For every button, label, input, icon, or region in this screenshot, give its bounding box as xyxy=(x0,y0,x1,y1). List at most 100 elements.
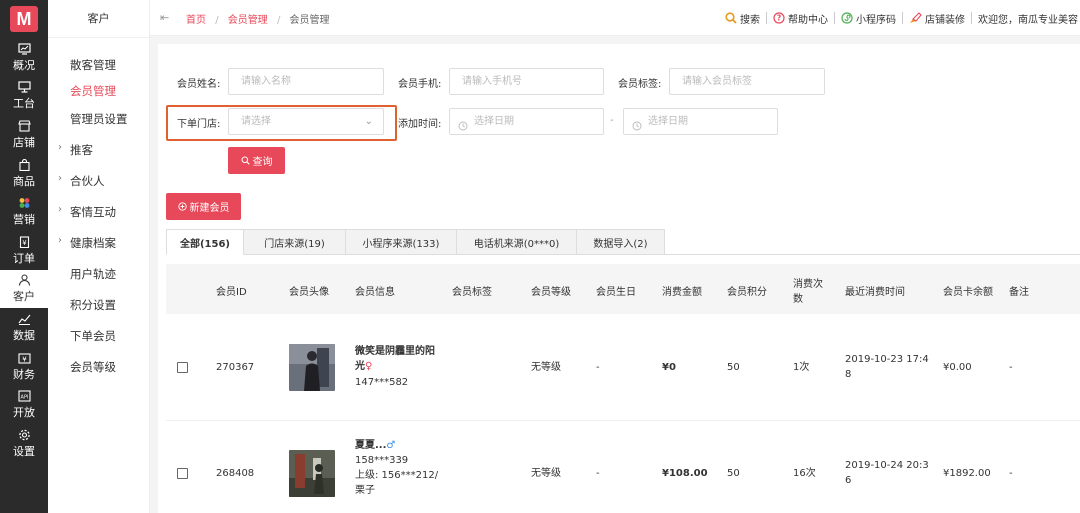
chevron-right-icon: › xyxy=(58,142,62,153)
search-icon xyxy=(725,12,737,24)
query-button[interactable]: 查询 xyxy=(228,147,285,174)
rail-item-orders[interactable]: ¥ 订单 xyxy=(0,231,48,270)
cell-member-count: 16次 xyxy=(793,468,816,479)
rail-item-finance[interactable]: ¥ 财务 xyxy=(0,347,48,386)
sidebar-item-promoter[interactable]: › 推客 xyxy=(58,142,93,158)
last-time-line2: 6 xyxy=(845,475,852,486)
sidebar-item-order-members[interactable]: 下单会员 xyxy=(70,328,116,344)
search-link[interactable]: 搜索 xyxy=(719,12,767,26)
search-label: 搜索 xyxy=(740,14,760,26)
miniprogram-label: 小程序码 xyxy=(856,14,896,26)
member-phone-input[interactable]: 请输入手机号 xyxy=(449,68,604,95)
gear-icon xyxy=(17,428,31,442)
logo-mark: M xyxy=(10,6,38,32)
user-icon xyxy=(17,273,31,287)
chevron-right-icon: › xyxy=(58,235,62,246)
sidebar-item-interaction[interactable]: › 客情互动 xyxy=(58,204,116,220)
sidebar-item-walkin[interactable]: 散客管理 xyxy=(70,57,116,73)
tab-store-source[interactable]: 门店来源(19) xyxy=(244,229,346,255)
member-phone-placeholder: 请输入手机号 xyxy=(462,76,522,87)
cell-member-note: - xyxy=(1009,468,1013,479)
tab-all[interactable]: 全部(156) xyxy=(166,229,244,255)
last-time-line2: 8 xyxy=(845,369,852,380)
rail-item-label: 概况 xyxy=(13,58,35,72)
cell-member-spend: ¥108.00 xyxy=(662,468,708,479)
row-checkbox[interactable] xyxy=(177,468,188,479)
svg-text:?: ? xyxy=(777,14,781,23)
column-header-avatar: 会员头像 xyxy=(289,287,329,298)
miniprogram-code-link[interactable]: 小程序码 xyxy=(835,12,903,26)
column-header-points: 会员积分 xyxy=(727,287,767,298)
clock-icon xyxy=(632,116,642,141)
sidebar-item-health-records[interactable]: › 健康档案 xyxy=(58,235,116,251)
rail-item-goods[interactable]: 商品 xyxy=(0,154,48,193)
column-header-count: 消费次数 xyxy=(793,275,823,305)
cell-member-superior: 上级: 156***212/栗子 xyxy=(355,468,438,498)
cell-member-balance: ¥0.00 xyxy=(943,362,972,373)
brand-logo[interactable]: M xyxy=(0,0,48,38)
cell-member-spend: ¥0 xyxy=(662,362,676,373)
order-store-select[interactable]: 请选择 ⌄ xyxy=(228,108,384,135)
top-tools: 搜索 ? 帮助中心 小程序码 店铺装修 欢迎您，南瓜专业美容 xyxy=(719,0,1080,36)
sub-sidebar: 客户 散客管理 会员管理 管理员设置 › 推客 › 合伙人 › 客情互动 › 健康档案 … xyxy=(48,0,150,513)
plus-circle-icon xyxy=(177,202,187,211)
sidebar-item-points-settings[interactable]: 积分设置 xyxy=(70,297,116,313)
start-date-picker[interactable]: 选择日期 xyxy=(449,108,604,135)
tab-data-import[interactable]: 数据导入(2) xyxy=(577,229,665,255)
collapse-sidebar-icon[interactable]: ⇤ xyxy=(160,11,169,24)
rail-item-store[interactable]: 店铺 xyxy=(0,115,48,154)
column-header-info: 会员信息 xyxy=(355,287,395,298)
rail-item-open[interactable]: API 开放 xyxy=(0,385,48,424)
sidebar-item-partner[interactable]: › 合伙人 xyxy=(58,173,105,189)
end-date-picker[interactable]: 选择日期 xyxy=(623,108,778,135)
top-bar: ⇤ 首页 / 会员管理 / 会员管理 搜索 ? 帮助中心 小程序码 店铺装修 欢… xyxy=(150,0,1080,36)
cell-member-note: - xyxy=(1009,362,1013,373)
rail-item-data[interactable]: 数据 xyxy=(0,308,48,347)
welcome-user[interactable]: 欢迎您，南瓜专业美容 xyxy=(972,12,1080,26)
rail-item-overview[interactable]: 概况 xyxy=(0,38,48,77)
sidebar-item-user-trace[interactable]: 用户轨迹 xyxy=(70,266,116,282)
member-name-input[interactable]: 请输入名称 xyxy=(228,68,384,95)
rail-item-settings[interactable]: 设置 xyxy=(0,424,48,463)
superior-line2: 栗子 xyxy=(355,485,375,496)
last-time-line1: 2019-10-24 20:3 xyxy=(845,460,929,471)
rail-item-marketing[interactable]: 营销 xyxy=(0,192,48,231)
member-tag-input[interactable]: 请输入会员标签 xyxy=(669,68,825,95)
tab-phone-source[interactable]: 电话机来源(0***0) xyxy=(457,229,577,255)
new-member-button[interactable]: 新建会员 xyxy=(166,193,241,220)
add-time-label: 添加时间: xyxy=(398,119,442,130)
rail-item-workbench[interactable]: 工台 xyxy=(0,77,48,116)
cell-member-points: 50 xyxy=(727,468,740,479)
sidebar-item-member-management[interactable]: 会员管理 xyxy=(70,83,116,99)
rail-item-label: 财务 xyxy=(13,367,35,381)
row-checkbox[interactable] xyxy=(177,362,188,373)
help-center-link[interactable]: ? 帮助中心 xyxy=(767,12,835,26)
sidebar-title: 客户 xyxy=(48,0,149,38)
sidebar-item-label: 合伙人 xyxy=(70,174,105,188)
cell-last-time: 2019-10-23 17:4 8 xyxy=(845,352,929,382)
cell-member-name[interactable]: 微笑是阴霾里的阳 光♀ xyxy=(355,344,435,374)
female-icon: ♀ xyxy=(365,361,373,372)
svg-text:¥: ¥ xyxy=(22,239,27,247)
sidebar-item-member-levels[interactable]: 会员等级 xyxy=(70,359,116,375)
sidebar-item-admin-settings[interactable]: 管理员设置 xyxy=(70,111,128,127)
column-header-tag: 会员标签 xyxy=(452,287,492,298)
member-name-line1: 夏夏... xyxy=(355,440,387,451)
svg-text:¥: ¥ xyxy=(22,355,27,363)
order-store-placeholder: 请选择 xyxy=(241,116,271,127)
rail-item-label: 客户 xyxy=(13,290,35,304)
store-decorate-link[interactable]: 店铺装修 xyxy=(903,12,972,26)
breadcrumb-section[interactable]: 会员管理 xyxy=(228,15,268,26)
member-name-label: 会员姓名: xyxy=(177,79,221,90)
rail-item-customers[interactable]: 客户 xyxy=(0,269,48,309)
column-header-note: 备注 xyxy=(1009,287,1029,298)
member-name-line1: 微笑是阴霾里的阳 xyxy=(355,346,435,357)
cell-member-id: 270367 xyxy=(216,362,255,373)
column-header-spend: 消费金额 xyxy=(662,287,702,298)
chevron-down-icon: ⌄ xyxy=(364,116,373,127)
rail-item-label: 店铺 xyxy=(13,135,35,149)
store-icon xyxy=(17,119,31,133)
breadcrumb-home[interactable]: 首页 xyxy=(186,15,206,26)
cell-member-name[interactable]: 夏夏...♂ xyxy=(355,438,395,453)
tab-miniprogram-source[interactable]: 小程序来源(133) xyxy=(346,229,457,255)
